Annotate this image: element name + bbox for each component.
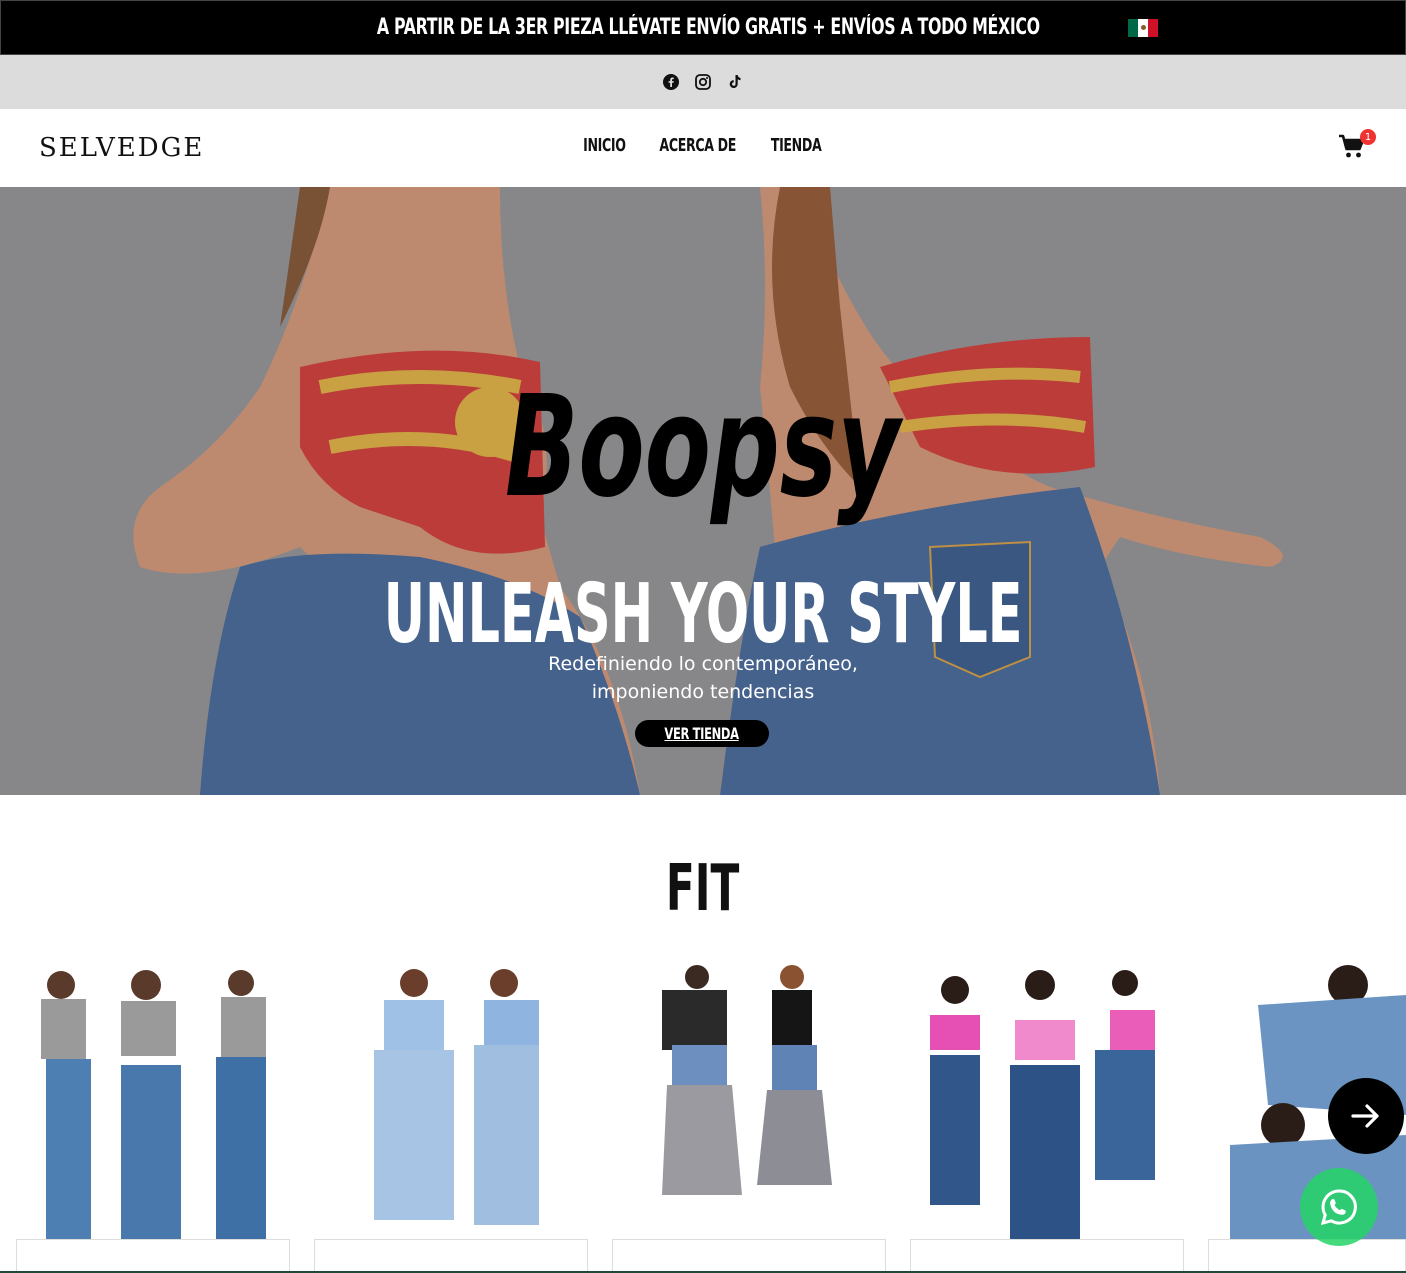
facebook-icon[interactable] (662, 73, 680, 91)
product-card-footer (910, 1239, 1184, 1273)
product-card-footer (314, 1239, 588, 1273)
announcement-text: A PARTIR DE LA 3ER PIEZA LLÉVATE ENVÍO G… (376, 15, 1040, 40)
hero-title: UNLEASH YOUR STYLE (383, 567, 1023, 662)
arrow-right-icon (1351, 1104, 1379, 1128)
carousel-next-button[interactable] (1328, 1078, 1404, 1154)
product-image (930, 970, 1155, 1239)
product-carousel (0, 965, 1406, 1273)
product-card[interactable] (16, 965, 290, 1239)
section-title-fit: FIT (666, 852, 740, 926)
hero-subtitle: Redefiniendo lo contemporáneo, imponiend… (548, 653, 858, 703)
social-bar (0, 55, 1406, 109)
product-image (374, 969, 539, 1225)
instagram-icon[interactable] (694, 73, 712, 91)
brand-logo: Boopsy (505, 377, 904, 527)
whatsapp-icon (1320, 1189, 1357, 1226)
shop-now-button[interactable]: VER TIENDA (635, 720, 769, 747)
mexico-flag-icon (1128, 18, 1159, 37)
cart-count-badge: 1 (1360, 129, 1376, 145)
product-card[interactable] (910, 965, 1184, 1239)
product-card[interactable] (314, 965, 588, 1239)
product-card-footer (612, 1239, 886, 1273)
product-card-footer (16, 1239, 290, 1273)
whatsapp-chat-button[interactable] (1300, 1168, 1378, 1246)
nav-item-tienda[interactable]: TIENDA (760, 135, 832, 156)
svg-text:Boopsy: Boopsy (505, 377, 904, 527)
announcement-bar: A PARTIR DE LA 3ER PIEZA LLÉVATE ENVÍO G… (0, 0, 1406, 55)
product-image (662, 965, 832, 1195)
product-image (41, 970, 266, 1239)
main-nav: INICIO ACERCA DE TIENDA (0, 135, 1406, 156)
product-card-footer (1208, 1239, 1406, 1273)
nav-item-inicio[interactable]: INICIO (574, 135, 635, 156)
product-card[interactable] (612, 965, 886, 1239)
site-header: SELVEDGE INICIO ACERCA DE TIENDA (0, 109, 1406, 187)
tiktok-icon[interactable] (726, 73, 744, 91)
nav-item-acerca-de[interactable]: ACERCA DE (643, 135, 752, 156)
hero-banner: Boopsy UNLEASH YOUR STYLE Redefiniendo l… (0, 187, 1406, 795)
